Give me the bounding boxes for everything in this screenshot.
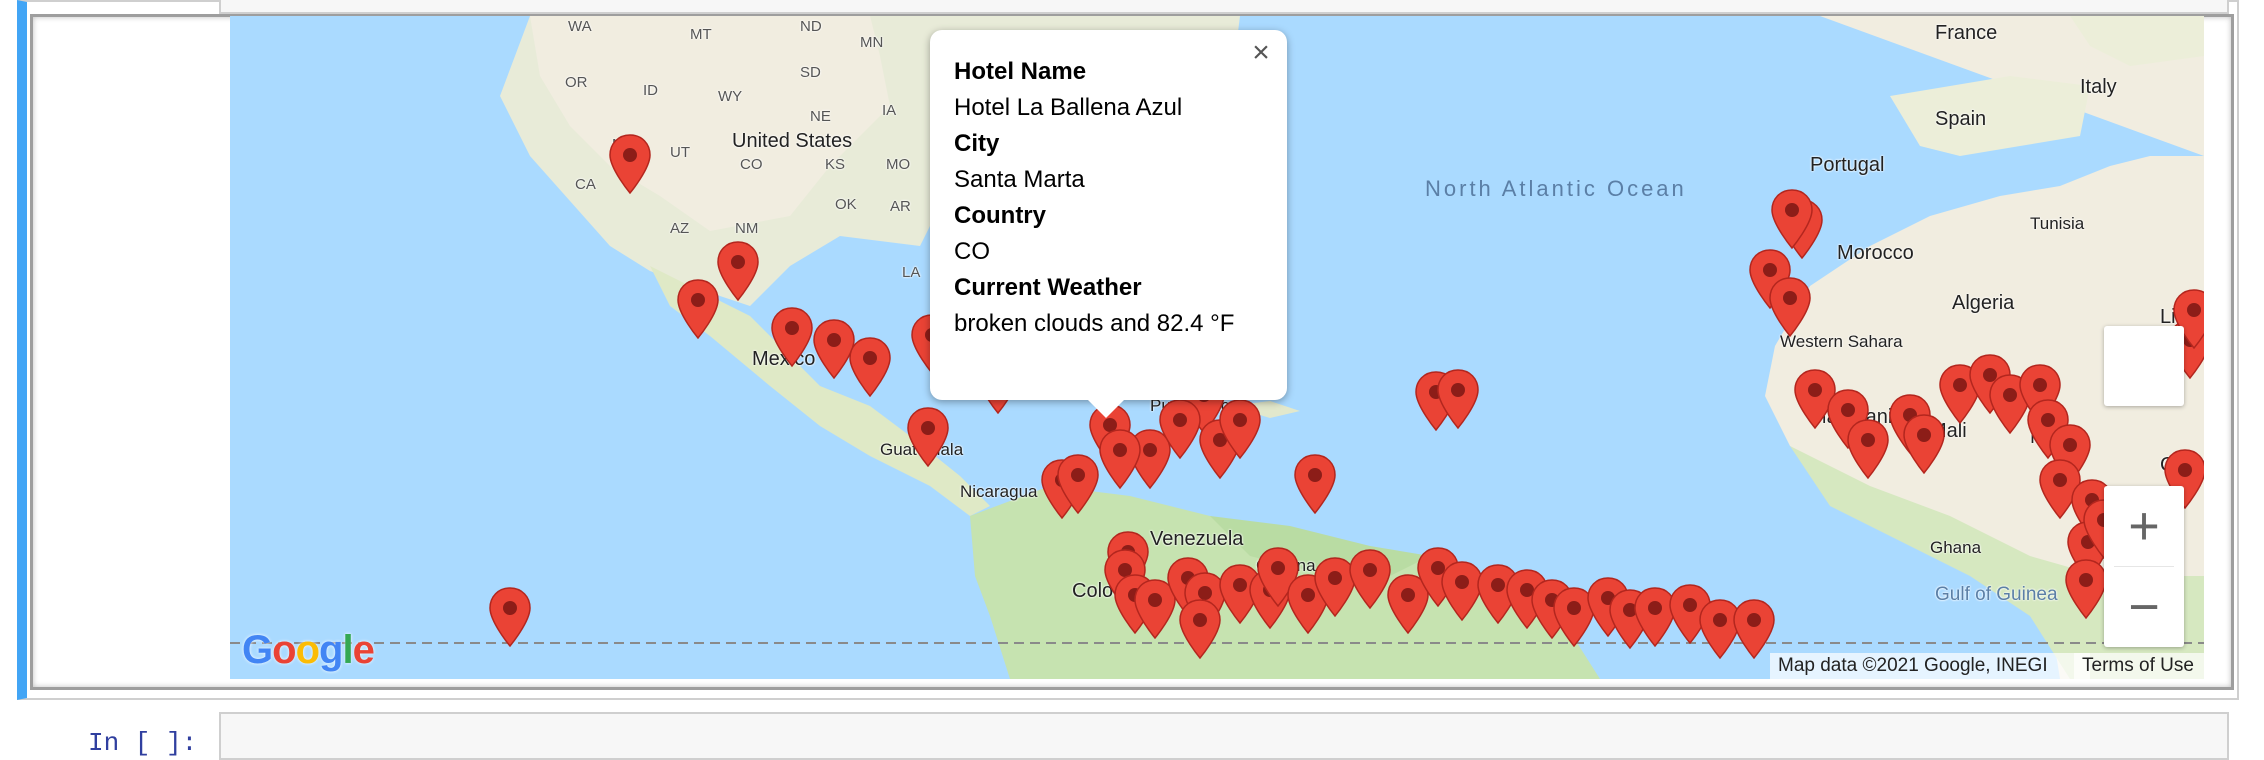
city-label: City	[954, 130, 1000, 157]
map-label-state: MN	[860, 34, 884, 51]
map-label-country: Tunisia	[2030, 214, 2085, 233]
map-marker[interactable]	[608, 133, 652, 195]
map-marker[interactable]	[1218, 398, 1262, 460]
zoom-out-button[interactable]: −	[2104, 567, 2184, 647]
map-marker[interactable]	[1098, 428, 1142, 490]
current-weather-label: Current Weather	[954, 274, 1142, 301]
zoom-in-button[interactable]: +	[2104, 486, 2184, 566]
map-label-state: OR	[565, 74, 588, 91]
map-label-country: Nicaragua	[960, 482, 1038, 501]
zoom-control: + −	[2104, 486, 2184, 647]
hotel-name-value: Hotel La Ballena Azul	[954, 94, 1183, 121]
map-label-state: OK	[835, 196, 857, 213]
map-marker[interactable]	[1770, 188, 1814, 250]
map-label-state: MO	[886, 156, 911, 173]
google-map[interactable]: WA MT ND MN OR ID SD WY NE IA NV UT CO K…	[230, 16, 2204, 679]
previous-input-area[interactable]	[219, 0, 2229, 14]
map-label-state: MT	[690, 26, 712, 43]
map-marker[interactable]	[1846, 418, 1890, 480]
map-label-country: France	[1935, 22, 1998, 44]
city-value: Santa Marta	[954, 166, 1085, 193]
map-label-state: CO	[740, 156, 763, 173]
map-marker[interactable]	[1293, 453, 1337, 515]
fullscreen-control[interactable]	[2104, 326, 2184, 406]
map-label-country: Spain	[1935, 108, 1987, 130]
map-label-state: IA	[882, 102, 897, 119]
map-label-state: NE	[810, 108, 831, 125]
map-label-state: WA	[568, 18, 592, 35]
map-marker[interactable]	[2064, 558, 2108, 620]
map-label-state: NM	[735, 220, 759, 237]
map-label-country: United States	[732, 130, 853, 152]
map-marker[interactable]	[1178, 598, 1222, 660]
map-marker[interactable]	[676, 278, 720, 340]
map-attribution: Map data ©2021 Google, INEGI	[1770, 653, 2090, 679]
info-window: × Hotel Name Hotel La Ballena Azul City …	[930, 30, 1287, 418]
next-code-input[interactable]	[219, 712, 2229, 760]
country-label: Country	[954, 202, 1046, 229]
map-label-state: LA	[902, 264, 921, 281]
google-logo[interactable]: Google	[242, 628, 375, 673]
map-label-country: Portugal	[1810, 154, 1885, 176]
map-label-state: AR	[890, 198, 911, 215]
terms-of-use-link[interactable]: Terms of Use	[2074, 653, 2204, 679]
map-label-state: KS	[825, 156, 846, 173]
close-icon[interactable]: ×	[1249, 38, 1273, 68]
map-label-state: ID	[643, 82, 658, 99]
map-marker[interactable]	[848, 336, 892, 398]
map-label-country: Gulf of Guinea	[1935, 584, 2058, 605]
map-label-country: Morocco	[1837, 242, 1914, 264]
map-marker[interactable]	[716, 240, 760, 302]
map-label-country: Algeria	[1952, 292, 2015, 314]
map-marker[interactable]	[1768, 276, 1812, 338]
country-value: CO	[954, 238, 990, 265]
map-marker[interactable]	[906, 406, 950, 468]
map-label-state: SD	[800, 64, 821, 81]
map-label-country: Italy	[2080, 76, 2117, 98]
hotel-name-label: Hotel Name	[954, 58, 1087, 85]
map-marker[interactable]	[1436, 368, 1480, 430]
map-marker[interactable]	[770, 306, 814, 368]
map-label-state: CA	[575, 176, 596, 193]
map-label-state: WY	[718, 88, 743, 105]
map-label-ocean: North Atlantic Ocean	[1425, 176, 1687, 201]
map-marker[interactable]	[1158, 398, 1202, 460]
current-weather-value: broken clouds and 82.4 °F	[954, 310, 1235, 337]
map-label-state: ND	[800, 18, 822, 35]
map-marker[interactable]	[488, 586, 532, 648]
map-label-country: Ghana	[1930, 538, 1982, 557]
map-label-state: AZ	[670, 220, 690, 237]
map-marker[interactable]	[1732, 598, 1776, 660]
map-label-country: Venezuela	[1150, 528, 1244, 550]
map-label-state: UT	[670, 144, 690, 161]
